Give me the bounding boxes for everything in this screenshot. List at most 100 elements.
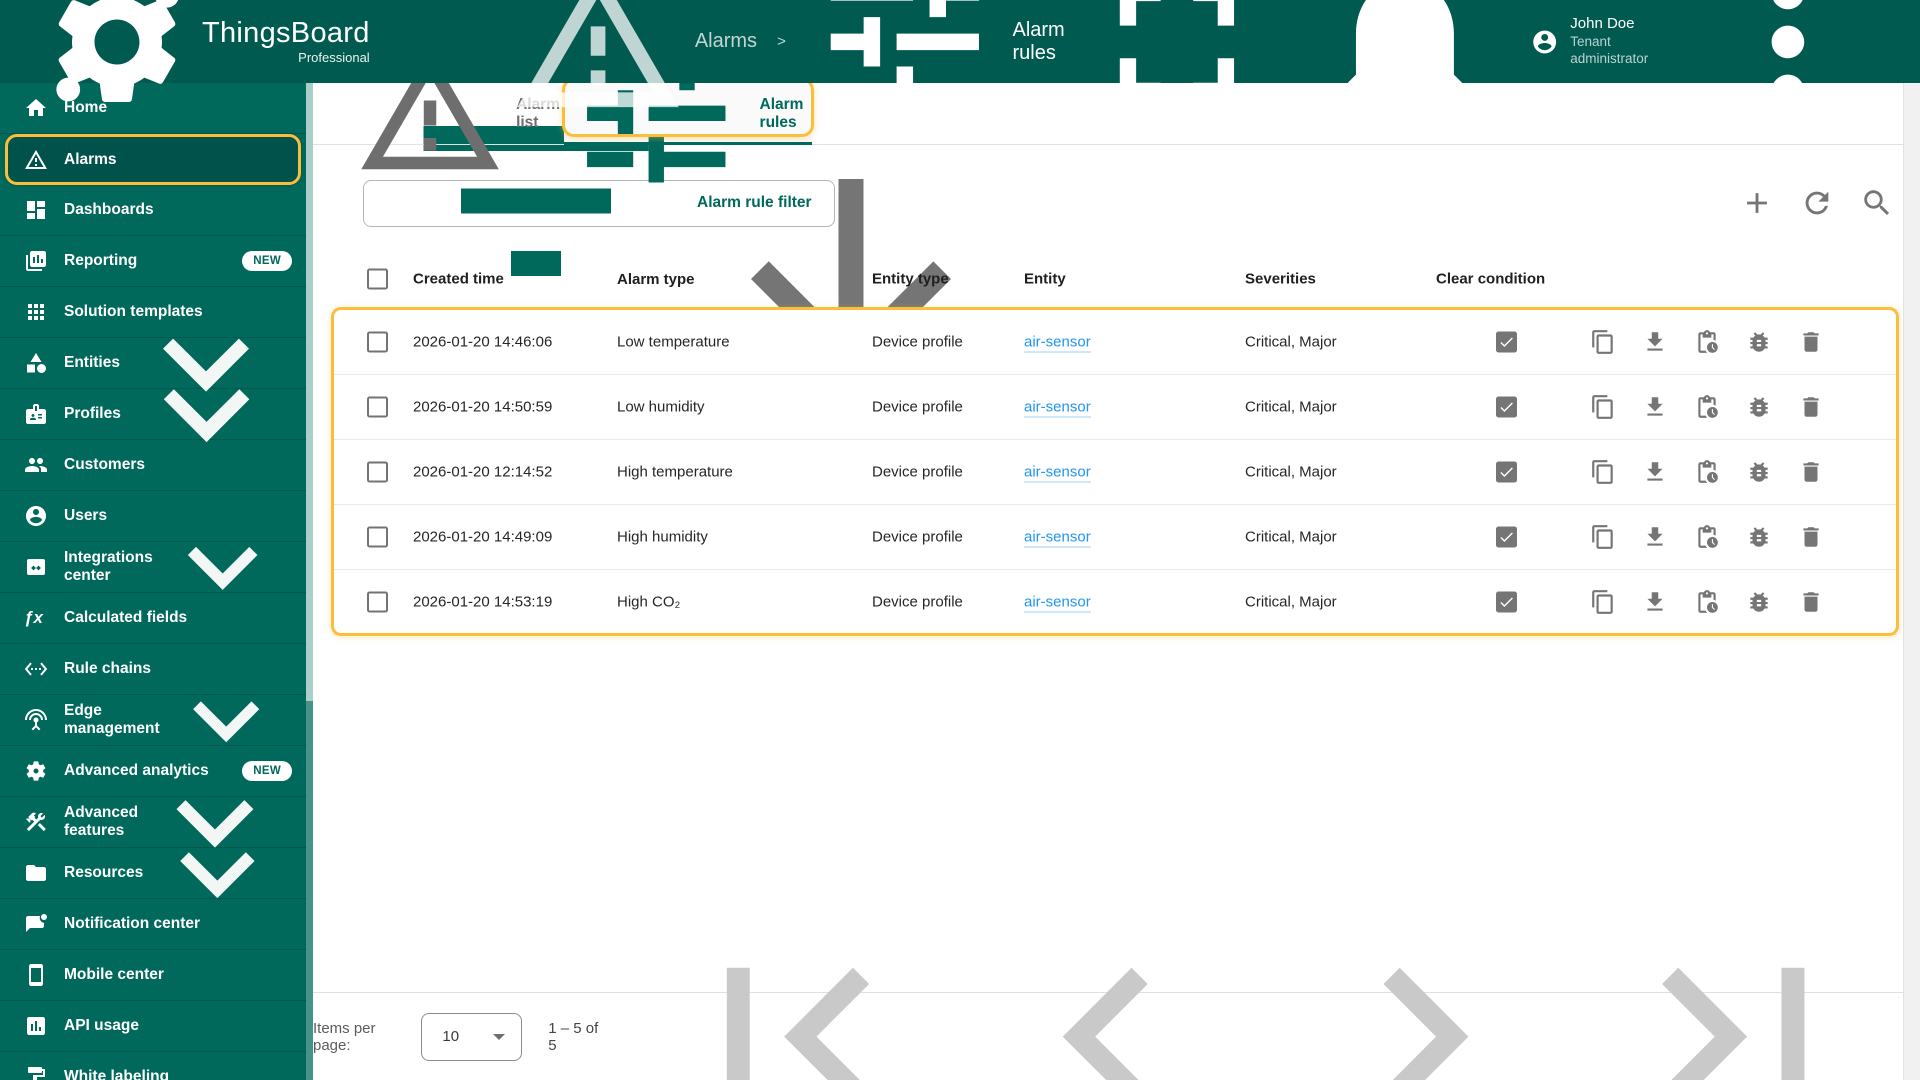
debug-button[interactable]	[1746, 459, 1772, 485]
user-info[interactable]: John Doe Tenant administrator	[1570, 15, 1650, 68]
pending-actions-button[interactable]	[1694, 394, 1720, 420]
entity-link[interactable]: air-sensor	[1024, 528, 1091, 548]
debug-button[interactable]	[1746, 589, 1772, 615]
delete-button[interactable]	[1798, 394, 1824, 420]
rule-chains-icon	[24, 657, 48, 681]
table-row[interactable]: 2026-01-20 14:50:59 Low humidity Device …	[333, 374, 1897, 439]
copy-button[interactable]	[1590, 394, 1616, 420]
more-menu-button[interactable]	[1690, 0, 1886, 139]
delete-button[interactable]	[1798, 459, 1824, 485]
clear-condition-checkbox[interactable]	[1496, 396, 1517, 418]
pending-actions-button[interactable]	[1694, 459, 1720, 485]
sidebar-item-customers[interactable]: Customers	[0, 440, 306, 491]
resources-icon	[24, 861, 48, 885]
delete-icon	[1798, 459, 1824, 485]
first-page-button[interactable]	[658, 899, 933, 1080]
avatar[interactable]	[1531, 21, 1558, 63]
entity-link[interactable]: air-sensor	[1024, 398, 1091, 418]
fullscreen-icon	[1079, 0, 1275, 139]
sidebar-item-notification-center[interactable]: Notification center	[0, 899, 306, 950]
row-checkbox[interactable]	[367, 526, 388, 548]
clear-condition-checkbox[interactable]	[1496, 331, 1517, 353]
sidebar-item-label: Mobile center	[64, 966, 164, 983]
column-header-clear-condition[interactable]: Clear condition	[1436, 271, 1545, 288]
pending-actions-button[interactable]	[1694, 329, 1720, 355]
column-header-entity[interactable]: Entity	[1024, 271, 1066, 288]
next-page-button[interactable]	[1285, 899, 1560, 1080]
clear-condition-checkbox[interactable]	[1496, 591, 1517, 613]
content-scrollbar[interactable]	[1903, 83, 1920, 1080]
table-row[interactable]: 2026-01-20 14:46:06 Low temperature Devi…	[333, 309, 1897, 374]
items-per-page-select[interactable]: 10	[421, 1012, 523, 1061]
breadcrumb-separator: >	[777, 33, 786, 50]
refresh-button[interactable]	[1800, 186, 1834, 220]
pending-actions-icon	[1694, 589, 1720, 615]
sidebar-item-dashboards[interactable]: Dashboards	[0, 185, 306, 236]
debug-button[interactable]	[1746, 394, 1772, 420]
download-icon	[1642, 589, 1668, 615]
sidebar-item-calculated-fields[interactable]: ƒx Calculated fields	[0, 593, 306, 644]
notifications-button[interactable]	[1307, 0, 1503, 139]
cell-entity-type: Device profile	[872, 593, 963, 611]
clear-condition-checkbox[interactable]	[1496, 461, 1517, 483]
fullscreen-button[interactable]	[1079, 0, 1275, 139]
copy-button[interactable]	[1590, 589, 1616, 615]
search-button[interactable]	[1860, 186, 1894, 220]
delete-button[interactable]	[1798, 329, 1824, 355]
debug-button[interactable]	[1746, 524, 1772, 550]
sidebar-scrollbar-thumb[interactable]	[306, 83, 313, 702]
sidebar-scrollbar[interactable]	[306, 83, 313, 1080]
add-button[interactable]	[1740, 186, 1774, 220]
sidebar: Home Alarms Dashboards Reporting NEW Sol…	[0, 83, 313, 1080]
last-page-button[interactable]	[1598, 899, 1873, 1080]
pending-actions-button[interactable]	[1694, 524, 1720, 550]
download-button[interactable]	[1642, 329, 1668, 355]
debug-icon	[1746, 329, 1772, 355]
select-all-checkbox[interactable]	[367, 268, 388, 290]
select-caret-icon	[493, 1033, 506, 1040]
delete-button[interactable]	[1798, 524, 1824, 550]
clear-condition-checkbox[interactable]	[1496, 526, 1517, 548]
logo[interactable]: ThingsBoard Professional	[42, 0, 370, 116]
delete-button[interactable]	[1798, 589, 1824, 615]
download-button[interactable]	[1642, 589, 1668, 615]
cell-created-time: 2026-01-20 14:53:19	[413, 593, 553, 611]
table-row[interactable]: 2026-01-20 14:53:19 High CO₂ Device prof…	[333, 569, 1897, 634]
sidebar-item-white-labeling[interactable]: White labeling	[0, 1052, 306, 1080]
table-row[interactable]: 2026-01-20 12:14:52 High temperature Dev…	[333, 439, 1897, 504]
sidebar-item-mobile-center[interactable]: Mobile center	[0, 950, 306, 1001]
sidebar-item-alarms[interactable]: Alarms	[5, 134, 301, 185]
previous-page-button[interactable]	[971, 899, 1246, 1080]
column-header-entity-type[interactable]: Entity type	[872, 271, 949, 288]
sidebar-item-profiles[interactable]: Profiles	[0, 389, 306, 443]
sidebar-item-resources[interactable]: Resources	[0, 848, 306, 899]
copy-button[interactable]	[1590, 459, 1616, 485]
row-checkbox[interactable]	[367, 591, 388, 613]
cell-severities: Critical, Major	[1245, 463, 1337, 481]
warning-icon	[24, 148, 48, 172]
column-header-created-time[interactable]: Created time	[413, 271, 504, 288]
copy-button[interactable]	[1590, 524, 1616, 550]
sidebar-item-integrations-center[interactable]: Integrations center	[0, 542, 306, 593]
breadcrumb-alarms[interactable]: Alarms	[510, 0, 757, 130]
row-checkbox[interactable]	[367, 331, 388, 353]
table-row[interactable]: 2026-01-20 14:49:09 High humidity Device…	[333, 504, 1897, 569]
download-button[interactable]	[1642, 394, 1668, 420]
pending-actions-button[interactable]	[1694, 589, 1720, 615]
entity-link[interactable]: air-sensor	[1024, 463, 1091, 483]
download-button[interactable]	[1642, 524, 1668, 550]
debug-button[interactable]	[1746, 329, 1772, 355]
row-checkbox[interactable]	[367, 396, 388, 418]
delete-icon	[1798, 524, 1824, 550]
copy-button[interactable]	[1590, 329, 1616, 355]
row-checkbox[interactable]	[367, 461, 388, 483]
entity-link[interactable]: air-sensor	[1024, 333, 1091, 353]
entity-link[interactable]: air-sensor	[1024, 593, 1091, 613]
sidebar-item-edge-management[interactable]: Edge management	[0, 695, 306, 746]
thingsboard-app: ThingsBoard Professional Alarms > Alarm …	[0, 0, 1920, 1080]
sidebar-item-label: White labeling	[64, 1068, 170, 1080]
column-header-severities[interactable]: Severities	[1245, 271, 1316, 288]
warning-icon	[510, 0, 686, 130]
sidebar-item-api-usage[interactable]: API usage	[0, 1001, 306, 1052]
download-button[interactable]	[1642, 459, 1668, 485]
